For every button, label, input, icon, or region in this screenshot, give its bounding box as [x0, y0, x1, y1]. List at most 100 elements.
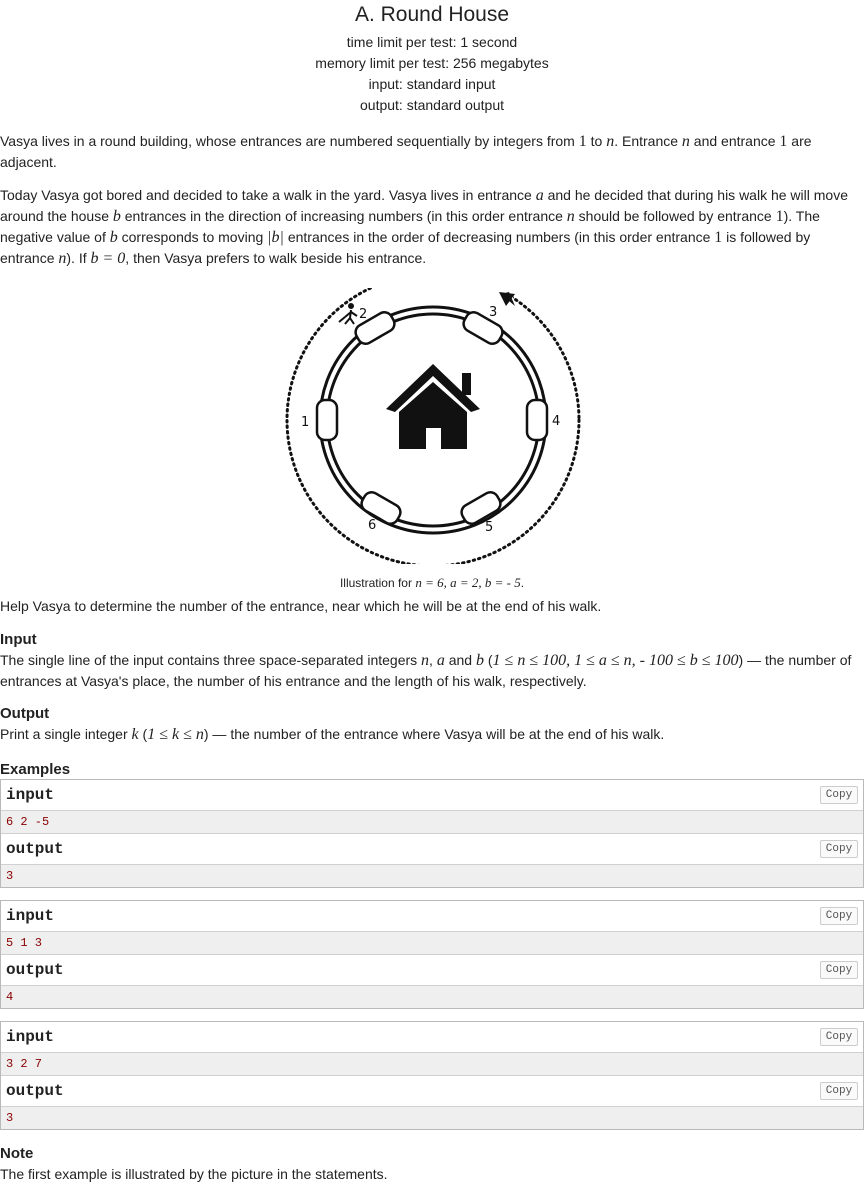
- text: . Entrance: [614, 133, 682, 149]
- input-spec: input: standard input: [368, 76, 496, 92]
- output-section: Output Print a single integer k (1 ≤ k ≤…: [0, 704, 862, 745]
- text: The single line of the input contains th…: [0, 652, 422, 668]
- entrance-3: [462, 311, 504, 345]
- math: 1: [578, 133, 587, 150]
- entrance-label-4: 4: [552, 414, 560, 429]
- example-1: input Copy 6 2 -5 output Copy 3: [0, 779, 864, 888]
- math: n: [421, 652, 430, 669]
- math: 1 ≤ k ≤ n: [147, 726, 204, 743]
- example-input-header: input Copy: [1, 901, 863, 932]
- copy-button[interactable]: Copy: [820, 1082, 858, 1100]
- text: to: [586, 133, 607, 149]
- entrance-4: [525, 398, 549, 442]
- entrance-label-6: 6: [368, 518, 376, 533]
- output-title: Output: [0, 705, 50, 722]
- text: ). If: [66, 250, 91, 266]
- text: (: [483, 652, 493, 668]
- math: b: [112, 208, 121, 225]
- text: and: [444, 652, 476, 668]
- example-output-text: 3: [6, 1111, 14, 1125]
- example-output: 4: [1, 986, 863, 1008]
- text: and entrance: [689, 133, 780, 149]
- output-spec: output: standard output: [360, 97, 504, 113]
- example-output-text: 4: [6, 990, 14, 1004]
- note-text: The first example is illustrated by the …: [0, 1166, 388, 1182]
- example-input-text: 6 2 -5: [6, 815, 50, 829]
- output-label: output: [6, 961, 64, 979]
- problem-title: A. Round House: [354, 3, 510, 26]
- copy-button[interactable]: Copy: [820, 961, 858, 979]
- house-icon: [386, 364, 480, 449]
- math: a: [535, 187, 544, 204]
- statement-paragraph-1: Vasya lives in a round building, whose e…: [0, 131, 860, 172]
- math: b = 0: [90, 250, 126, 267]
- entrance-label-1: 1: [301, 415, 309, 430]
- entrance-label-5: 5: [485, 520, 493, 535]
- note-section: Note The first example is illustrated by…: [0, 1144, 862, 1184]
- memory-limit: memory limit per test: 256 megabytes: [315, 55, 549, 71]
- caption-math: n = 6, a = 2, b = - 5: [415, 575, 521, 590]
- example-output: 3: [1, 1107, 863, 1129]
- statement-paragraph-3: Help Vasya to determine the number of th…: [0, 598, 602, 614]
- problem-header: A. Round House time limit per test: 1 se…: [0, 0, 864, 116]
- note-title: Note: [0, 1145, 34, 1162]
- math: n: [566, 208, 575, 225]
- math: k: [131, 726, 139, 743]
- copy-button[interactable]: Copy: [820, 786, 858, 804]
- math: |b|: [267, 229, 284, 246]
- input-label: input: [6, 1028, 55, 1046]
- figure-caption: Illustration for n = 6, a = 2, b = - 5.: [0, 575, 864, 591]
- math: n: [681, 133, 690, 150]
- copy-button[interactable]: Copy: [820, 907, 858, 925]
- math: b: [475, 652, 484, 669]
- entrance-label-2: 2: [359, 307, 367, 322]
- round-house-illustration: 1 2 3 4 5 6: [283, 272, 583, 568]
- example-input-text: 3 2 7: [6, 1057, 43, 1071]
- copy-button[interactable]: Copy: [820, 1028, 858, 1046]
- math: a: [436, 652, 445, 669]
- example-input-text: 5 1 3: [6, 936, 43, 950]
- output-label: output: [6, 840, 64, 858]
- math: b: [109, 229, 118, 246]
- example-3: input Copy 3 2 7 output Copy 3: [0, 1021, 864, 1130]
- example-2: input Copy 5 1 3 output Copy 4: [0, 900, 864, 1009]
- text: ,: [429, 652, 437, 668]
- round-house-svg: 1 2 3 4 5 6: [285, 272, 581, 568]
- input-label: input: [6, 786, 55, 804]
- text: entrances in the order of decreasing num…: [283, 229, 715, 245]
- text: should be followed by entrance: [574, 208, 776, 224]
- text: entrances in the direction of increasing…: [120, 208, 567, 224]
- example-output: 3: [1, 865, 863, 887]
- caption-text: Illustration for: [339, 576, 416, 590]
- math: 1 ≤ n ≤ 100, 1 ≤ a ≤ n, - 100 ≤ b ≤ 100: [492, 652, 739, 669]
- statement-paragraph-2: Today Vasya got bored and decided to tak…: [0, 185, 862, 269]
- example-output-header: output Copy: [1, 1076, 863, 1107]
- text: (: [138, 726, 148, 742]
- example-output-header: output Copy: [1, 955, 863, 986]
- example-input: 3 2 7: [1, 1053, 863, 1076]
- text: ) — the number of the entrance where Vas…: [203, 726, 665, 742]
- text: Vasya lives in a round building, whose e…: [0, 133, 579, 149]
- example-output-text: 3: [6, 869, 14, 883]
- example-input: 5 1 3: [1, 932, 863, 955]
- time-limit: time limit per test: 1 second: [346, 34, 518, 50]
- entrance-label-3: 3: [489, 305, 497, 320]
- text: Today Vasya got bored and decided to tak…: [0, 187, 536, 203]
- copy-button[interactable]: Copy: [820, 840, 858, 858]
- output-description: Print a single integer k (1 ≤ k ≤ n) — t…: [0, 724, 862, 745]
- math: n: [606, 133, 615, 150]
- example-input: 6 2 -5: [1, 811, 863, 834]
- input-section: Input The single line of the input conta…: [0, 630, 862, 691]
- input-label: input: [6, 907, 55, 925]
- input-description: The single line of the input contains th…: [0, 650, 862, 691]
- output-label: output: [6, 1082, 64, 1100]
- example-output-header: output Copy: [1, 834, 863, 865]
- examples-title: Examples: [0, 761, 71, 778]
- text: , then Vasya prefers to walk beside his …: [125, 250, 427, 266]
- text: corresponds to moving: [117, 229, 268, 245]
- example-input-header: input Copy: [1, 1022, 863, 1053]
- input-title: Input: [0, 631, 37, 648]
- entrance-1: [315, 398, 339, 442]
- text: Print a single integer: [0, 726, 132, 742]
- caption-text: .: [520, 576, 525, 590]
